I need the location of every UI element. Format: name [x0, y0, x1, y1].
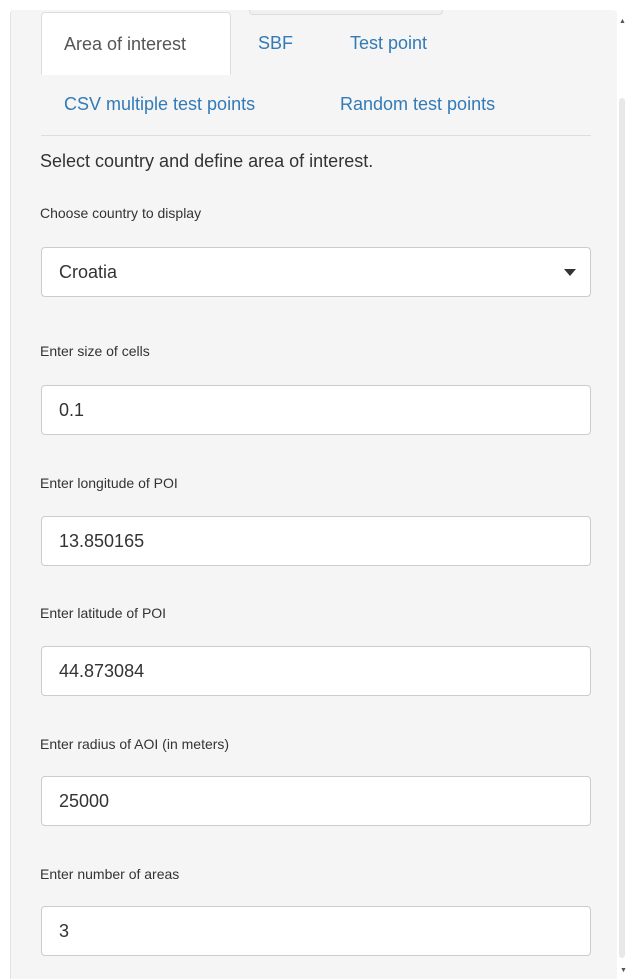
- num-areas-label: Enter number of areas: [40, 866, 180, 882]
- tab-divider: [41, 135, 591, 136]
- scroll-down-icon[interactable]: ▼: [620, 967, 627, 975]
- num-areas-input[interactable]: [41, 906, 591, 956]
- latitude-label: Enter latitude of POI: [40, 605, 167, 621]
- sidebar-panel: Area of interest SBF Test point CSV mult…: [10, 10, 617, 979]
- tab-bar: Area of interest SBF Test point CSV mult…: [11, 10, 617, 136]
- tab-sbf[interactable]: SBF: [258, 32, 293, 54]
- intro-text: Select country and define area of intere…: [40, 151, 374, 171]
- country-label: Choose country to display: [40, 205, 202, 221]
- cell-size-input[interactable]: [41, 385, 591, 435]
- tab-area-of-interest[interactable]: Area of interest: [41, 12, 231, 75]
- tab-random-test-points[interactable]: Random test points: [340, 93, 495, 115]
- scroll-up-icon[interactable]: ▲: [619, 18, 626, 26]
- country-selected-value: Croatia: [59, 262, 118, 282]
- tab-csv-multiple-test-points[interactable]: CSV multiple test points: [64, 93, 255, 115]
- vertical-scrollbar[interactable]: ▲ ▼: [617, 10, 627, 979]
- longitude-input[interactable]: [41, 516, 591, 566]
- country-select[interactable]: Croatia: [41, 247, 591, 297]
- radius-input[interactable]: [41, 776, 591, 826]
- cell-size-label: Enter size of cells: [40, 343, 150, 359]
- caret-down-icon: [564, 269, 576, 276]
- longitude-label: Enter longitude of POI: [40, 475, 178, 491]
- tab-test-point[interactable]: Test point: [350, 32, 427, 54]
- radius-label: Enter radius of AOI (in meters): [40, 736, 230, 752]
- scrollbar-thumb[interactable]: [619, 98, 625, 958]
- latitude-input[interactable]: [41, 646, 591, 696]
